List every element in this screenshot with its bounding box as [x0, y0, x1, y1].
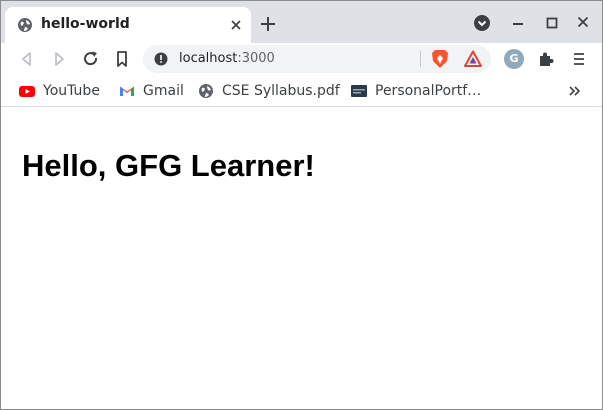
tab-title: hello-world — [41, 16, 130, 32]
brave-shields-icon[interactable] — [431, 49, 449, 69]
menu-icon[interactable] — [569, 49, 589, 69]
tab-search-icon[interactable] — [473, 14, 491, 32]
new-tab-icon[interactable] — [259, 15, 277, 33]
gmail-icon — [120, 86, 134, 96]
toolbar: localhost:3000 G — [1, 43, 602, 75]
back-icon[interactable] — [17, 49, 37, 69]
youtube-icon — [19, 86, 35, 97]
globe-icon — [18, 18, 32, 32]
browser-window: hello-world localhost:3000 G YouTube Gma… — [0, 0, 603, 410]
tab-hello-world[interactable]: hello-world — [5, 7, 251, 43]
forward-icon[interactable] — [49, 49, 69, 69]
brave-rewards-icon[interactable] — [464, 50, 482, 68]
globe-icon — [199, 84, 213, 98]
bookmark-label: CSE Syllabus.pdf — [222, 83, 340, 99]
page-viewport: Hello, GFG Learner! — [1, 108, 602, 409]
bookmark-label: Gmail — [143, 83, 184, 99]
minimize-icon[interactable] — [509, 14, 527, 32]
bookmark-cse-syllabus[interactable]: CSE Syllabus.pdf — [198, 82, 340, 100]
page-heading: Hello, GFG Learner! — [22, 148, 315, 183]
bookmark-label: YouTube — [43, 83, 100, 99]
url-text[interactable]: localhost:3000 — [179, 51, 275, 66]
site-info-icon[interactable] — [154, 52, 168, 66]
close-window-icon[interactable] — [574, 13, 592, 31]
omnibox-divider — [420, 51, 421, 67]
url-host: localhost — [179, 51, 238, 66]
profile-avatar[interactable]: G — [504, 49, 524, 69]
portfolio-favicon-icon — [351, 85, 367, 97]
bookmark-page-icon[interactable] — [112, 49, 132, 69]
bookmarks-bar: YouTube Gmail CSE Syllabus.pdf PersonalP… — [1, 75, 602, 107]
bookmark-gmail[interactable]: Gmail — [119, 82, 184, 100]
bookmark-personal-portfolio[interactable]: PersonalPortf… — [351, 82, 481, 100]
bookmark-label: PersonalPortf… — [375, 83, 482, 99]
address-bar[interactable]: localhost:3000 — [143, 45, 491, 73]
tab-strip: hello-world — [1, 1, 602, 43]
url-port: :3000 — [237, 51, 275, 66]
bookmark-youtube[interactable]: YouTube — [19, 82, 100, 100]
close-tab-icon[interactable] — [229, 18, 243, 32]
more-bookmarks-icon[interactable] — [567, 83, 583, 99]
extensions-icon[interactable] — [536, 49, 556, 69]
reload-icon[interactable] — [81, 49, 101, 69]
maximize-icon[interactable] — [543, 14, 561, 32]
